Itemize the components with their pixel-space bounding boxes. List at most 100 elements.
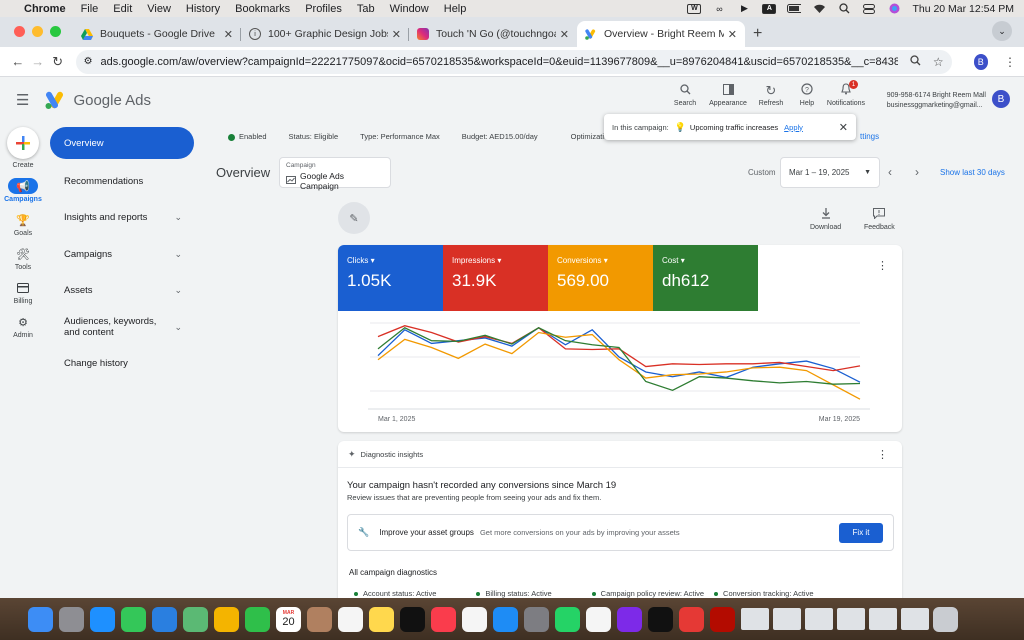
search-icon[interactable] [837, 3, 851, 14]
feedback-button[interactable]: Feedback [864, 208, 895, 231]
close-icon[interactable]: ✕ [392, 28, 401, 41]
series-line-conversions[interactable] [377, 331, 861, 400]
dock-music-icon[interactable] [431, 606, 456, 632]
metric-tile-cost[interactable]: Cost ▾ dh612 [653, 245, 758, 311]
dock-contacts-icon[interactable] [307, 606, 332, 632]
zoom-window-button[interactable] [50, 26, 61, 37]
new-tab-button[interactable]: + [753, 25, 762, 43]
rail-item-billing[interactable]: Billing [0, 280, 46, 305]
create-button[interactable]: Create [0, 123, 46, 169]
dock-window-thumbnail[interactable] [805, 608, 833, 630]
dock-safari-icon[interactable] [90, 606, 115, 632]
campaign-selector[interactable]: Campaign Google Ads Campaign [279, 157, 391, 191]
battery-icon[interactable] [787, 3, 802, 14]
dock-window-thumbnail[interactable] [901, 608, 929, 630]
metric-tile-clicks[interactable]: Clicks ▾ 1.05K [338, 245, 443, 311]
menu-file[interactable]: File [81, 3, 99, 15]
browser-tab[interactable]: Bouquets - Google Drive ✕ [73, 21, 241, 47]
google-ads-logo[interactable]: Google Ads [45, 91, 151, 109]
dock-tv-icon[interactable] [400, 606, 425, 632]
more-options-icon[interactable]: ⋮ [1004, 55, 1016, 69]
menu-view[interactable]: View [147, 3, 171, 15]
appearance-button[interactable]: Appearance [705, 83, 751, 107]
rail-item-campaigns[interactable]: 📢 Campaigns [0, 178, 46, 203]
creative-cloud-icon[interactable]: ∞ [712, 3, 726, 14]
dock-capcut-icon[interactable] [648, 606, 673, 632]
chevron-right-icon[interactable]: › [915, 165, 919, 179]
dock-window-thumbnail[interactable] [837, 608, 865, 630]
back-button[interactable]: ← [8, 54, 28, 69]
nav-item-audiences[interactable]: Audiences, keywords, and content ⌄ [50, 309, 194, 346]
metric-tile-conversions[interactable]: Conversions ▾ 569.00 [548, 245, 653, 311]
dock-window-thumbnail[interactable] [773, 608, 801, 630]
dock-notes-icon[interactable] [369, 606, 394, 632]
nav-item-campaigns[interactable]: Campaigns ⌄ [50, 236, 194, 273]
menu-edit[interactable]: Edit [113, 3, 132, 15]
dock-messages-icon[interactable] [121, 606, 146, 632]
close-icon[interactable]: ✕ [560, 28, 569, 41]
dock-trash-icon[interactable] [933, 606, 958, 632]
nav-item-change-history[interactable]: Change history [50, 346, 194, 383]
chevron-down-icon[interactable]: ⌄ [992, 21, 1012, 41]
fix-it-button[interactable]: Fix it [839, 522, 883, 543]
wps-icon[interactable]: W [687, 3, 702, 14]
dock-launchpad-icon[interactable] [59, 606, 84, 632]
download-button[interactable]: Download [810, 208, 841, 231]
minimize-window-button[interactable] [32, 26, 43, 37]
close-icon[interactable]: ✕ [224, 28, 233, 41]
help-button[interactable]: ? Help [791, 83, 823, 107]
reload-button[interactable]: ↻ [48, 54, 68, 70]
close-window-button[interactable] [14, 26, 25, 37]
nav-item-recommendations[interactable]: Recommendations [50, 163, 194, 200]
notifications-button[interactable]: 1 Notifications [823, 80, 869, 107]
menu-bookmarks[interactable]: Bookmarks [235, 3, 290, 15]
menu-app-name[interactable]: Chrome [24, 3, 66, 15]
edit-pencil-button[interactable]: ✎ [338, 202, 370, 234]
dock-finder-icon[interactable] [28, 606, 53, 632]
browser-tab-active[interactable]: Overview - Bright Reem Mall ✕ [577, 21, 745, 47]
menu-profiles[interactable]: Profiles [305, 3, 342, 15]
refresh-button[interactable]: ↻ Refresh [751, 83, 791, 107]
a-icon[interactable]: A [762, 3, 777, 14]
more-options-icon[interactable]: ⋮ [877, 448, 888, 461]
menu-icon[interactable]: ☰ [16, 91, 29, 109]
rail-item-tools[interactable]: 🛠 Tools [0, 246, 46, 272]
address-bar[interactable]: ⚙ ads.google.com/aw/overview?campaignId=… [75, 49, 952, 74]
close-icon[interactable]: ✕ [839, 121, 848, 134]
url-text[interactable]: ads.google.com/aw/overview?campaignId=22… [101, 56, 898, 68]
nav-item-assets[interactable]: Assets ⌄ [50, 273, 194, 310]
bookmark-star-icon[interactable]: ☆ [933, 55, 944, 69]
dock-wps-icon[interactable] [679, 606, 704, 632]
browser-tab[interactable]: Touch 'N Go (@touchngoad) ✕ [409, 21, 577, 47]
rail-item-admin[interactable]: ⚙ Admin [0, 314, 46, 340]
dock-calendar-icon[interactable]: MAR 20 [276, 606, 301, 632]
dock-reminders-icon[interactable] [338, 606, 363, 632]
date-range-selector[interactable]: Mar 1 – 19, 2025 ▼ [780, 157, 880, 188]
dock-freeform-icon[interactable] [462, 606, 487, 632]
site-info-icon[interactable]: ⚙ [84, 56, 93, 67]
settings-link[interactable]: ttings [860, 132, 879, 141]
account-info[interactable]: 909-958-6174 Bright Reem Mall businessgg… [887, 91, 986, 111]
apply-link[interactable]: Apply [784, 123, 803, 132]
dock-window-thumbnail[interactable] [741, 608, 769, 630]
dock-window-thumbnail[interactable] [869, 608, 897, 630]
menu-window[interactable]: Window [390, 3, 429, 15]
play-icon[interactable]: ▶ [737, 3, 751, 14]
dock-maps-icon[interactable] [183, 606, 208, 632]
avatar[interactable]: B [992, 90, 1010, 108]
control-center-icon[interactable] [862, 3, 876, 14]
show-last-30-days-link[interactable]: Show last 30 days [940, 168, 1005, 177]
nav-item-overview[interactable]: Overview [50, 127, 194, 159]
rail-item-goals[interactable]: 🏆 Goals [0, 212, 46, 238]
dock-photos-icon[interactable] [214, 606, 239, 632]
dock-settings-icon[interactable] [524, 606, 549, 632]
status-enabled[interactable]: Enabled [228, 132, 267, 141]
siri-icon[interactable] [887, 3, 901, 14]
menu-history[interactable]: History [186, 3, 220, 15]
menu-help[interactable]: Help [444, 3, 467, 15]
more-options-icon[interactable]: ⋮ [877, 259, 888, 272]
search-button[interactable]: Search [665, 83, 705, 107]
close-icon[interactable]: ✕ [728, 28, 737, 41]
profile-avatar[interactable]: B [973, 53, 989, 70]
dock-whatsapp-icon[interactable] [555, 606, 580, 632]
